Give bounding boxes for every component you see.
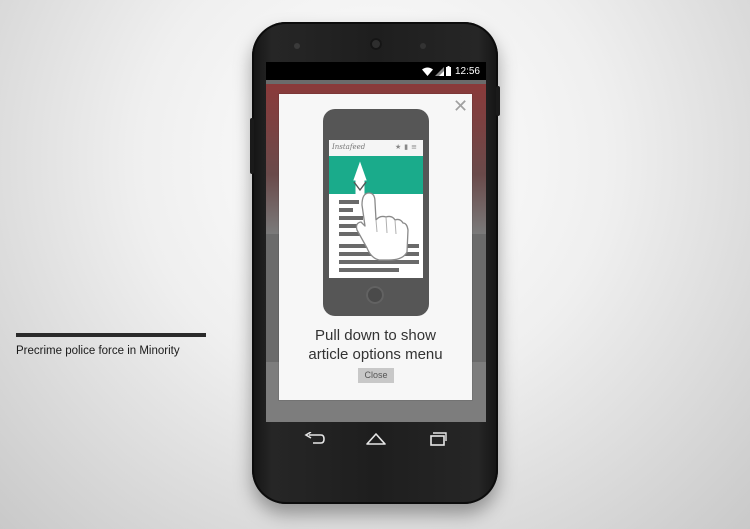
status-time: 12:56 [454, 65, 480, 77]
wifi-icon [421, 67, 433, 76]
signal-icon [434, 66, 444, 76]
star-icon: ★ [394, 143, 405, 151]
article-text-partial [16, 331, 216, 338]
volume-button [250, 118, 254, 174]
recent-apps-icon[interactable] [426, 432, 448, 446]
home-icon[interactable] [365, 432, 387, 446]
battery-icon [445, 66, 451, 76]
illustration-header: Instafeed ★▮≡ [329, 140, 423, 156]
article-text-line: Precrime police force in Minority [16, 345, 180, 357]
front-camera [370, 38, 382, 50]
app-logo: Instafeed [332, 143, 366, 151]
power-button [496, 86, 500, 116]
sensor-dot [294, 43, 300, 49]
dialog-title: Pull down to show article options menu [279, 326, 472, 364]
menu-icon: ≡ [411, 143, 420, 151]
illustration-home-button [366, 286, 384, 304]
earpiece [420, 43, 426, 49]
close-button[interactable]: Close [358, 368, 394, 383]
close-icon[interactable]: ✕ [453, 97, 468, 115]
dialog-title-line-1: Pull down to show [315, 327, 436, 344]
dialog-title-line-2: article options menu [308, 346, 443, 363]
navigation-bar [266, 422, 486, 460]
status-bar: 12:56 [266, 62, 486, 80]
back-icon[interactable] [304, 432, 326, 446]
illustration-line [339, 268, 399, 272]
pull-down-gesture-icon [353, 161, 409, 261]
